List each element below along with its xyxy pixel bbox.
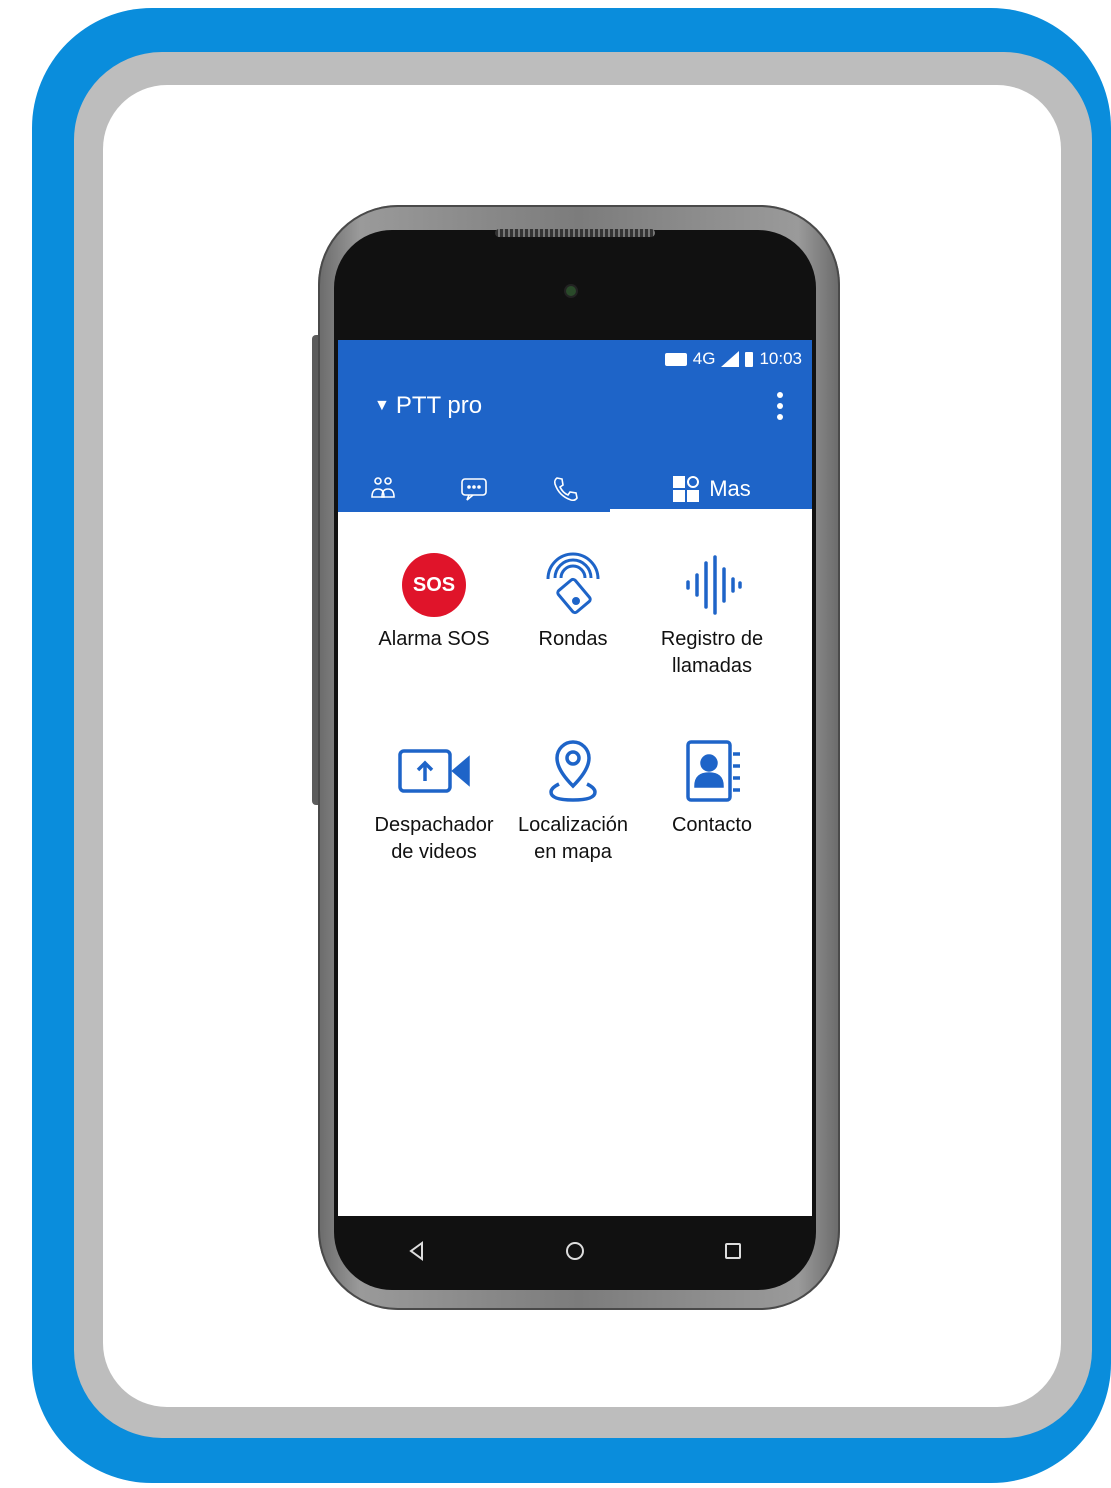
tab-messages[interactable] — [428, 466, 520, 512]
feature-contacts[interactable]: Contacto — [652, 736, 772, 839]
feature-rondas[interactable]: Rondas — [513, 550, 633, 653]
status-bar: 4G 10:03 — [664, 348, 802, 370]
feature-video-dispatch[interactable]: Despachador de videos — [374, 736, 494, 866]
feature-label: Localización en mapa — [517, 814, 629, 863]
feature-sos[interactable]: SOS Alarma SOS — [374, 550, 494, 653]
feature-call-log[interactable]: Registro de llamadas — [652, 550, 772, 680]
feature-label: Alarma SOS — [378, 628, 490, 650]
network-type: 4G — [692, 349, 716, 368]
feature-label: Rondas — [538, 628, 608, 650]
recents-icon[interactable] — [722, 1240, 744, 1262]
sos-icon: SOS — [402, 553, 466, 617]
audio-wave-icon — [686, 555, 742, 615]
feature-label: Despachador de videos — [374, 814, 494, 863]
phone-icon — [553, 477, 578, 502]
signal-icon — [721, 351, 740, 367]
channel-selector[interactable]: ▼ PTT pro — [374, 392, 482, 420]
tab-more[interactable]: Mas — [610, 466, 812, 512]
back-icon[interactable] — [406, 1240, 428, 1262]
app-title: PTT pro — [395, 392, 483, 419]
system-nav-bar — [338, 1216, 812, 1286]
feature-label: Contacto — [671, 814, 753, 836]
feature-label: Registro de llamadas — [660, 628, 764, 677]
feature-map-location[interactable]: Localización en mapa — [513, 736, 633, 866]
nfc-patrol-icon — [546, 552, 600, 615]
earpiece-speaker — [495, 229, 655, 237]
volte-icon — [664, 352, 687, 366]
phone-screen: 4G 10:03 ▼ PTT pro Mas SOS Alarma SOS Ro… — [338, 340, 812, 1216]
dropdown-caret-icon: ▼ — [374, 397, 390, 414]
tab-more-label: Mas — [709, 476, 751, 501]
overflow-menu-icon[interactable] — [776, 392, 784, 420]
more-grid-icon — [673, 476, 700, 502]
tab-calls[interactable] — [520, 466, 610, 512]
status-time: 10:03 — [759, 349, 802, 368]
contact-book-icon — [686, 740, 740, 802]
home-icon[interactable] — [564, 1240, 586, 1262]
video-upload-icon — [398, 749, 470, 793]
message-icon — [461, 478, 487, 501]
battery-icon — [745, 351, 754, 367]
tab-bar: Mas — [338, 466, 812, 512]
front-camera — [566, 286, 576, 296]
map-pin-icon — [549, 740, 597, 802]
tab-contacts[interactable] — [338, 466, 428, 512]
app-bar: 4G 10:03 ▼ PTT pro Mas — [338, 340, 812, 512]
contacts-icon — [371, 477, 395, 498]
